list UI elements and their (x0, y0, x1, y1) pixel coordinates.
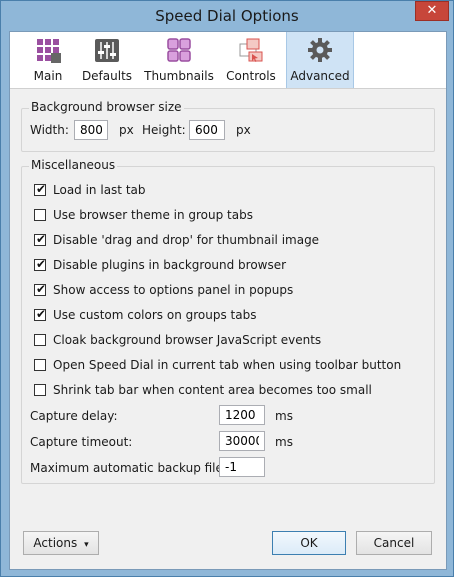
option-label: Use custom colors on groups tabs (53, 308, 257, 322)
window-title: Speed Dial Options (155, 7, 299, 25)
background-size-legend: Background browser size (29, 100, 184, 114)
checkbox[interactable] (34, 359, 46, 371)
cancel-button[interactable]: Cancel (356, 531, 432, 555)
capture-delay-unit: ms (275, 409, 293, 423)
tab-toolbar: Main Defaults Thumbnails Controls Advanc… (10, 32, 446, 89)
check-icon: ✔ (36, 257, 47, 271)
gear-icon (308, 38, 332, 62)
tab-main-label: Main (33, 69, 63, 83)
tab-advanced-label: Advanced (290, 69, 350, 83)
option-label: Use browser theme in group tabs (53, 208, 253, 222)
checkbox[interactable]: ✔ (34, 282, 47, 296)
checkbox[interactable] (34, 209, 46, 221)
option-label: Disable plugins in background browser (53, 258, 287, 272)
close-button[interactable]: ✕ (415, 1, 449, 21)
capture-delay-label: Capture delay: (30, 409, 118, 423)
option-label: Shrink tab bar when content area becomes… (53, 383, 372, 397)
width-label: Width: (30, 123, 69, 137)
dialog-body: Main Defaults Thumbnails Controls Advanc… (9, 31, 447, 570)
option-label: Open Speed Dial in current tab when usin… (53, 358, 402, 372)
check-icon: ✔ (36, 182, 47, 196)
capture-delay-input[interactable] (219, 405, 265, 425)
ok-button[interactable]: OK (272, 531, 346, 555)
actions-label: Actions (33, 536, 78, 550)
checkbox[interactable]: ✔ (34, 232, 47, 246)
thumbnails-icon (167, 38, 191, 62)
grid-icon (37, 39, 61, 63)
width-input[interactable] (74, 120, 108, 140)
option-label: Cloak background browser JavaScript even… (53, 333, 322, 347)
height-unit: px (236, 123, 251, 137)
check-icon: ✔ (36, 307, 47, 321)
option-label: Load in last tab (53, 183, 146, 197)
title-bar[interactable]: Speed Dial Options ✕ (1, 1, 453, 31)
checkbox[interactable] (34, 334, 46, 346)
miscellaneous-group: Miscellaneous ✔ Load in last tab Use bro… (21, 158, 435, 484)
tab-controls[interactable]: Controls (224, 32, 278, 88)
checkbox[interactable] (34, 384, 46, 396)
capture-timeout-label: Capture timeout: (30, 435, 133, 449)
tab-thumbnails-label: Thumbnails (144, 69, 214, 83)
checkbox[interactable]: ✔ (34, 307, 47, 321)
tab-defaults-label: Defaults (81, 69, 133, 83)
max-backup-label: Maximum automatic backup files: (30, 461, 234, 475)
actions-button[interactable]: Actions ▾ (23, 531, 99, 555)
controls-icon (239, 38, 263, 62)
checkbox[interactable]: ✔ (34, 257, 47, 271)
dialog-window: Speed Dial Options ✕ Main Defaults Thumb… (0, 0, 454, 577)
sliders-icon (95, 39, 119, 62)
check-icon: ✔ (36, 232, 47, 246)
miscellaneous-legend: Miscellaneous (29, 158, 118, 172)
capture-timeout-input[interactable] (219, 431, 265, 451)
width-unit: px (119, 123, 134, 137)
background-size-group: Background browser size Width: px Height… (21, 100, 435, 152)
tab-defaults[interactable]: Defaults (80, 32, 134, 88)
option-label: Show access to options panel in popups (53, 283, 294, 297)
tab-thumbnails[interactable]: Thumbnails (144, 32, 214, 88)
option-label: Disable 'drag and drop' for thumbnail im… (53, 233, 320, 247)
max-backup-input[interactable] (219, 457, 265, 477)
tab-controls-label: Controls (226, 69, 276, 83)
height-label: Height: (142, 123, 186, 137)
height-input[interactable] (189, 120, 225, 140)
capture-timeout-unit: ms (275, 435, 293, 449)
tab-advanced[interactable]: Advanced (286, 32, 354, 88)
check-icon: ✔ (36, 282, 47, 296)
close-icon: ✕ (426, 3, 438, 18)
checkbox[interactable]: ✔ (34, 182, 47, 196)
chevron-down-icon: ▾ (84, 540, 89, 550)
tab-main[interactable]: Main (24, 32, 72, 88)
